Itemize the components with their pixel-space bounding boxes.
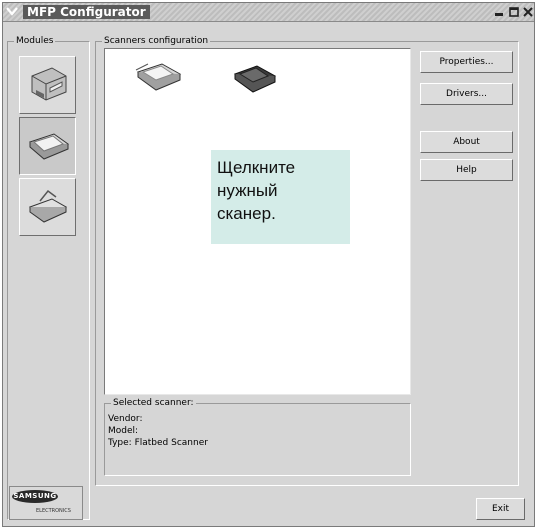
window-title: MFP Configurator <box>23 5 150 19</box>
flatbed-scanner-icon <box>135 63 182 91</box>
brand-sub: ELECTRONICS <box>36 508 71 514</box>
card-reader-icon <box>28 189 67 223</box>
title-bar[interactable]: MFP Configurator <box>3 3 534 22</box>
model-label: Model: <box>108 426 139 436</box>
scanner-module-button[interactable] <box>19 117 76 175</box>
maximize-icon[interactable] <box>507 5 520 18</box>
close-icon[interactable] <box>521 5 534 18</box>
callout-line: нужный <box>217 181 278 200</box>
scanner-icon <box>28 133 69 160</box>
type-label: Type: Flatbed Scanner <box>108 438 208 448</box>
properties-button[interactable]: Properties... <box>420 51 513 73</box>
scanner-1[interactable] <box>134 60 184 97</box>
selected-scanner-group: Selected scanner: <box>104 398 411 476</box>
vendor-label: Vendor: <box>108 414 143 424</box>
flatbed-scanner-dark-icon <box>233 65 277 93</box>
about-button[interactable]: About <box>420 131 513 153</box>
scanner-2[interactable] <box>231 62 281 99</box>
samsung-logo: SAMSUNG ELECTRONICS <box>9 486 83 520</box>
callout-line: сканер. <box>217 204 276 223</box>
window-menu-icon[interactable] <box>6 5 18 17</box>
scanners-configuration-label: Scanners configuration <box>104 36 209 46</box>
minimize-icon[interactable] <box>492 5 505 18</box>
exit-button[interactable]: Exit <box>476 498 525 520</box>
drivers-button[interactable]: Drivers... <box>420 83 513 105</box>
card-reader-module-button[interactable] <box>19 178 76 236</box>
modules-label: Modules <box>16 36 54 46</box>
callout-text: Щелкните нужный сканер. <box>217 156 347 225</box>
selected-scanner-label: Selected scanner: <box>113 398 194 408</box>
printer-module-button[interactable] <box>19 56 76 114</box>
printer-icon <box>31 67 66 101</box>
help-button[interactable]: Help <box>420 159 513 181</box>
brand-name: SAMSUNG <box>12 490 58 503</box>
callout-line: Щелкните <box>217 158 296 177</box>
